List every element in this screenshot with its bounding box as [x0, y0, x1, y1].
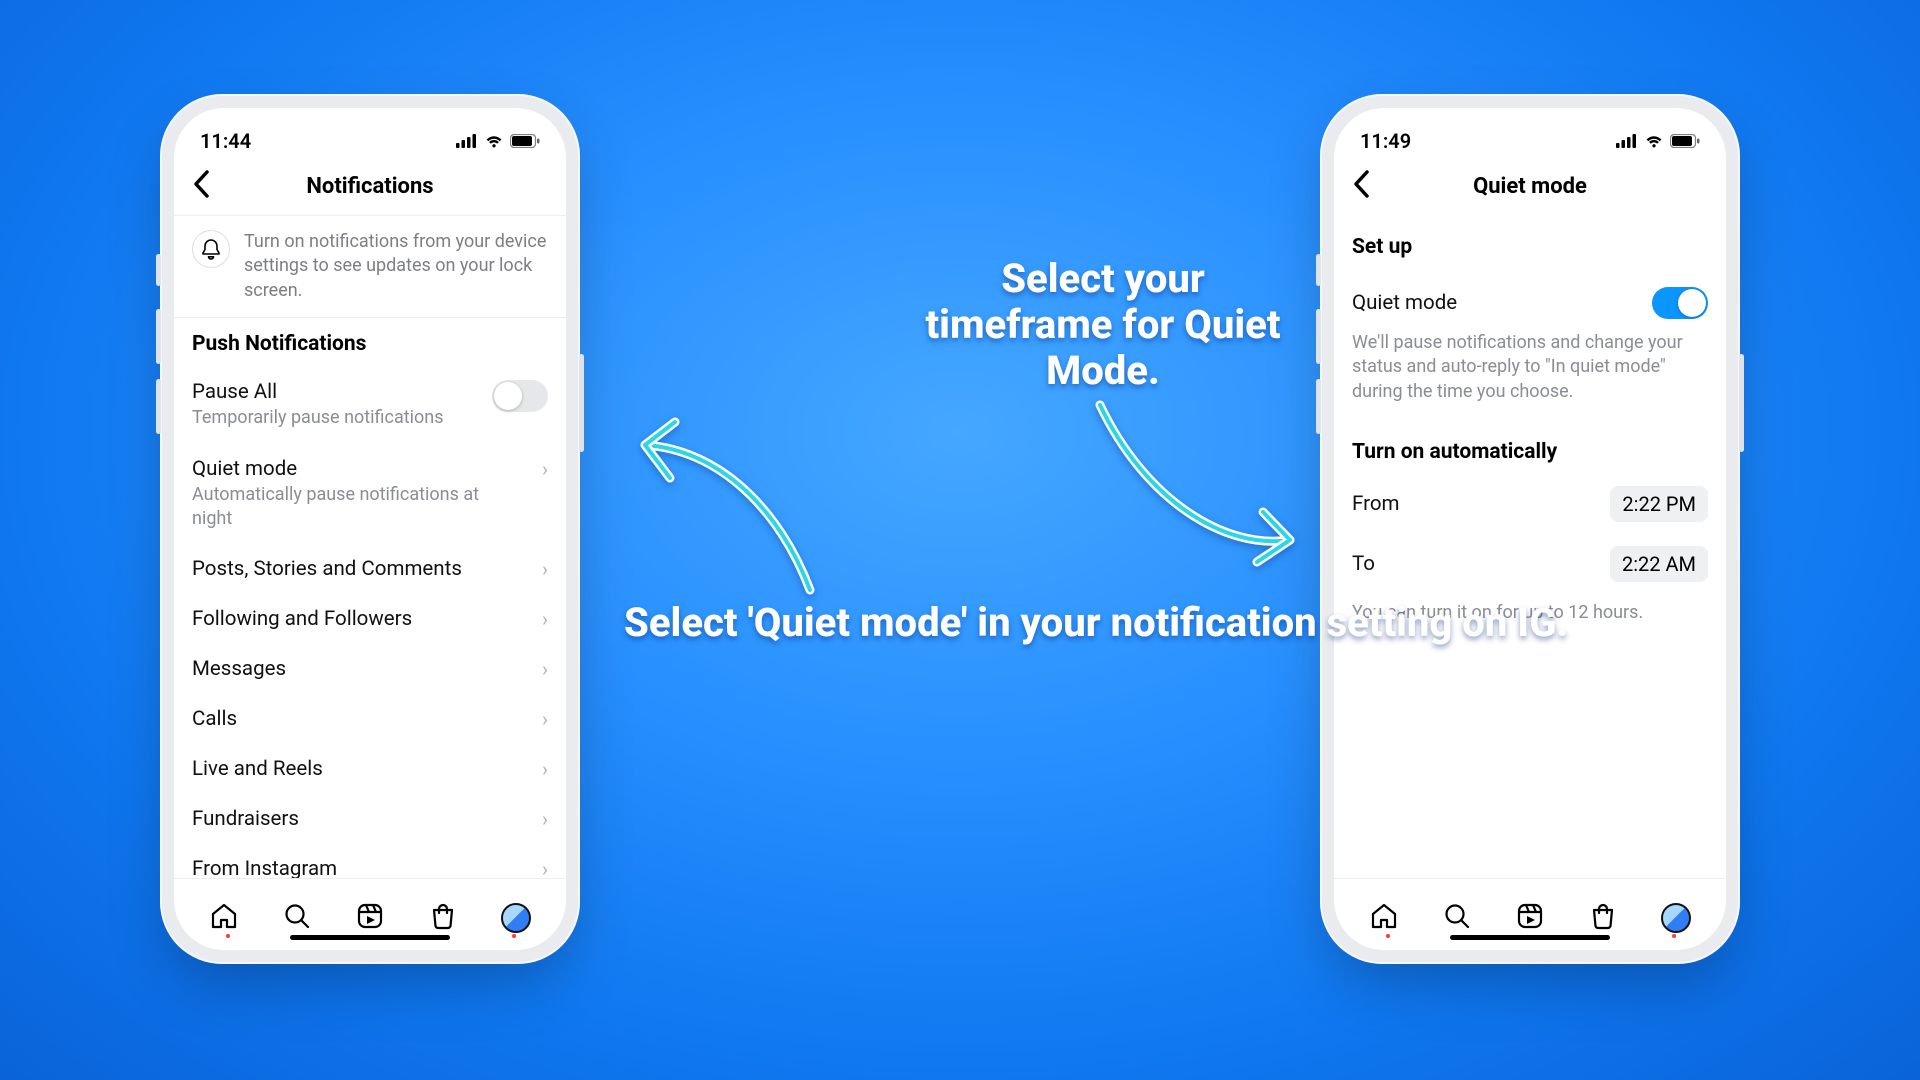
home-tab[interactable]: [1369, 901, 1399, 935]
quiet-mode-sub: Automatically pause notifications at nig…: [192, 483, 512, 530]
quiet-mode-description: We'll pause notifications and change you…: [1352, 331, 1708, 404]
mute-switch: [156, 254, 161, 286]
cellular-icon: [456, 134, 478, 148]
status-bar: 11:49: [1334, 108, 1726, 164]
quiet-mode-label: Quiet mode: [192, 457, 512, 481]
phone-right: 11:49 Quiet mode Set up Quiet mode: [1320, 94, 1740, 964]
badge-dot: [1672, 934, 1676, 938]
arrow-left-icon: [600, 400, 820, 600]
list-item[interactable]: Messages›: [174, 644, 566, 694]
home-indicator: [1450, 935, 1610, 940]
shop-icon: [1588, 901, 1618, 931]
chevron-right-icon: ›: [542, 657, 548, 681]
quiet-mode-row[interactable]: Quiet mode Automatically pause notificat…: [174, 443, 566, 544]
profile-avatar-icon: [501, 903, 531, 933]
to-label: To: [1352, 552, 1375, 576]
chevron-right-icon: ›: [542, 707, 548, 731]
home-icon: [209, 901, 239, 931]
wifi-icon: [484, 134, 504, 148]
section-header-setup: Set up: [1352, 235, 1708, 259]
page-title: Quiet mode: [1473, 174, 1587, 199]
nav-bar: Quiet mode: [1334, 164, 1726, 215]
pause-all-label: Pause All: [192, 380, 444, 404]
tutorial-graphic: 11:44 Notifications Turn on n: [0, 0, 1920, 1080]
list-item[interactable]: From Instagram›: [174, 844, 566, 878]
pause-all-row[interactable]: Pause All Temporarily pause notification…: [174, 366, 566, 443]
power-button: [579, 354, 584, 452]
home-indicator: [290, 935, 450, 940]
search-tab[interactable]: [282, 901, 312, 935]
shop-icon: [428, 901, 458, 931]
back-button[interactable]: [192, 170, 210, 202]
battery-icon: [1670, 134, 1700, 148]
nav-bar: Notifications: [174, 164, 566, 216]
search-icon: [1442, 901, 1472, 931]
profile-avatar-icon: [1661, 903, 1691, 933]
chevron-right-icon: ›: [542, 857, 548, 878]
status-time: 11:44: [200, 129, 251, 153]
badge-dot: [226, 934, 230, 938]
to-time-row[interactable]: To 2:22 AM: [1334, 534, 1726, 594]
to-time-value[interactable]: 2:22 AM: [1610, 546, 1708, 582]
volume-up: [156, 309, 161, 364]
from-time-value[interactable]: 2:22 PM: [1610, 486, 1708, 522]
cellular-icon: [1616, 134, 1638, 148]
page-title: Notifications: [306, 174, 433, 199]
notification-banner[interactable]: Turn on notifications from your device s…: [174, 216, 566, 318]
mute-switch: [1316, 254, 1321, 286]
shop-tab[interactable]: [428, 901, 458, 935]
status-icons: [456, 134, 540, 148]
quiet-mode-toggle[interactable]: [1652, 287, 1708, 319]
section-header-push: Push Notifications: [192, 332, 548, 356]
chevron-left-icon: [1352, 170, 1370, 198]
reels-tab[interactable]: [355, 901, 385, 935]
badge-dot: [512, 934, 516, 938]
pause-all-toggle[interactable]: [492, 380, 548, 412]
home-tab[interactable]: [209, 901, 239, 935]
status-icons: [1616, 134, 1700, 148]
chevron-right-icon: ›: [542, 757, 548, 781]
volume-down: [156, 379, 161, 434]
status-time: 11:49: [1360, 129, 1411, 153]
quiet-mode-toggle-row[interactable]: Quiet mode: [1334, 269, 1726, 331]
profile-tab[interactable]: [1661, 903, 1691, 933]
power-button: [1739, 354, 1744, 452]
banner-text: Turn on notifications from your device s…: [244, 230, 548, 303]
reels-icon: [355, 901, 385, 931]
list-item[interactable]: Live and Reels›: [174, 744, 566, 794]
volume-up: [1316, 309, 1321, 364]
chevron-right-icon: ›: [542, 557, 548, 581]
pause-all-sub: Temporarily pause notifications: [192, 406, 444, 429]
quiet-mode-label: Quiet mode: [1352, 291, 1457, 315]
arrow-right-icon: [1085, 390, 1325, 590]
list-item[interactable]: Posts, Stories and Comments›: [174, 544, 566, 594]
battery-icon: [510, 134, 540, 148]
chevron-right-icon: ›: [542, 807, 548, 831]
reels-tab[interactable]: [1515, 901, 1545, 935]
shop-tab[interactable]: [1588, 901, 1618, 935]
phone-left: 11:44 Notifications Turn on n: [160, 94, 580, 964]
list-item[interactable]: Fundraisers›: [174, 794, 566, 844]
status-bar: 11:44: [174, 108, 566, 164]
bell-icon: [192, 230, 230, 268]
search-tab[interactable]: [1442, 901, 1472, 935]
reels-icon: [1515, 901, 1545, 931]
profile-tab[interactable]: [501, 903, 531, 933]
home-icon: [1369, 901, 1399, 931]
list-item[interactable]: Following and Followers›: [174, 594, 566, 644]
chevron-right-icon: ›: [542, 607, 548, 631]
caption-right: Select your timeframe for Quiet Mode.: [918, 256, 1288, 394]
chevron-left-icon: [192, 170, 210, 198]
back-button[interactable]: [1352, 170, 1370, 202]
from-label: From: [1352, 492, 1400, 516]
search-icon: [282, 901, 312, 931]
caption-left: Select 'Quiet mode' in your notification…: [624, 600, 1568, 646]
badge-dot: [1386, 934, 1390, 938]
list-item[interactable]: Calls›: [174, 694, 566, 744]
chevron-right-icon: ›: [542, 457, 548, 481]
wifi-icon: [1644, 134, 1664, 148]
from-time-row[interactable]: From 2:22 PM: [1334, 474, 1726, 534]
section-header-auto: Turn on automatically: [1352, 440, 1708, 464]
